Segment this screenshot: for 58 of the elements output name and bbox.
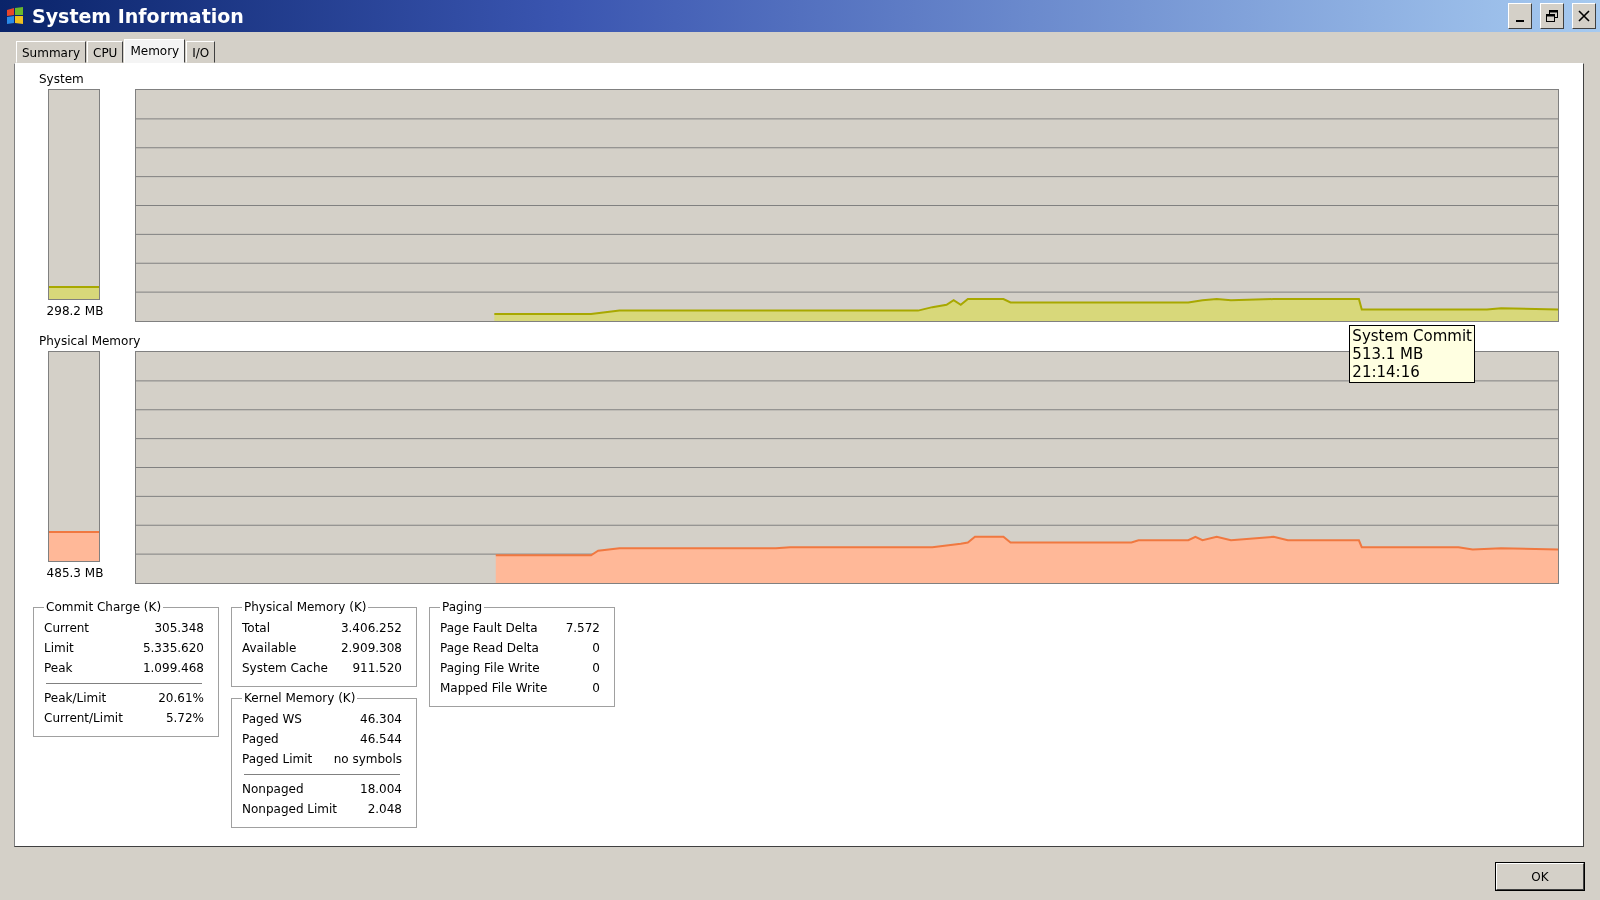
stat-value: 0 <box>592 680 600 697</box>
tab[interactable]: CPU <box>87 41 124 63</box>
stat-value: 5.72% <box>165 710 204 727</box>
stat-label: System Cache <box>242 660 328 677</box>
stat-value: 18.004 <box>360 781 402 798</box>
usage-reading: 485.3 MB <box>46 565 104 582</box>
stat-label: Page Fault Delta <box>440 620 538 637</box>
stat-label: Current <box>44 620 90 637</box>
stat-value: 46.544 <box>360 731 402 748</box>
stat-value: 1.099.468 <box>142 660 204 677</box>
stat-label: Page Read Delta <box>440 640 539 657</box>
restore-button[interactable] <box>1540 3 1564 29</box>
window-title: System Information <box>32 5 245 27</box>
tab[interactable]: I/O <box>186 41 216 63</box>
tooltip-text: 21:14:16 <box>1352 363 1421 381</box>
stat-label: Current/Limit <box>44 710 123 727</box>
stat-value: no symbols <box>333 751 402 768</box>
minimize-button[interactable] <box>1508 3 1532 29</box>
tab[interactable]: Summary <box>16 41 86 63</box>
stat-label: Paged <box>242 731 279 748</box>
stat-label: Peak/Limit <box>44 690 107 707</box>
close-icon <box>1577 9 1591 23</box>
restore-icon <box>1545 9 1559 23</box>
stat-value: 305.348 <box>154 620 204 637</box>
tooltip-text: 513.1 MB <box>1352 345 1425 363</box>
group-title: Kernel Memory (K) <box>243 691 357 705</box>
tooltip-text: System Commit <box>1352 327 1472 345</box>
stat-value: 5.335.620 <box>142 640 204 657</box>
stat-value: 20.61% <box>158 690 204 707</box>
group-title: Physical Memory (K) <box>243 600 368 614</box>
stat-value: 911.520 <box>352 660 402 677</box>
stat-value: 46.304 <box>360 711 402 728</box>
stat-value: 3.406.252 <box>340 620 402 637</box>
stat-label: Limit <box>44 640 74 657</box>
stat-value: 2.048 <box>367 801 402 818</box>
stat-label: Nonpaged <box>242 781 304 798</box>
stat-label: Available <box>242 640 297 657</box>
stat-label: Nonpaged Limit <box>242 801 338 818</box>
stat-label: Paged Limit <box>242 751 313 768</box>
stat-value: 7.572 <box>565 620 600 637</box>
tab[interactable]: Memory <box>124 39 186 63</box>
close-button[interactable] <box>1572 3 1596 29</box>
group-title: Paging <box>441 600 484 614</box>
stat-label: Total <box>242 620 271 637</box>
usage-reading: 298.2 MB <box>46 303 104 320</box>
stat-label: Paging File Write <box>440 660 540 677</box>
group-title: Commit Charge (K) <box>45 600 163 614</box>
section-label: Physical Memory <box>39 334 141 348</box>
section-label: System <box>39 72 84 86</box>
stat-label: Mapped File Write <box>440 680 548 697</box>
stat-label: Peak <box>44 660 73 677</box>
minimize-icon <box>1516 20 1524 22</box>
stat-value: 0 <box>592 660 600 677</box>
windows-logo-icon <box>4 5 26 27</box>
stat-value: 0 <box>592 640 600 657</box>
ok-button[interactable]: OK <box>1496 863 1584 890</box>
stat-value: 2.909.308 <box>340 640 402 657</box>
stat-label: Paged WS <box>242 711 302 728</box>
